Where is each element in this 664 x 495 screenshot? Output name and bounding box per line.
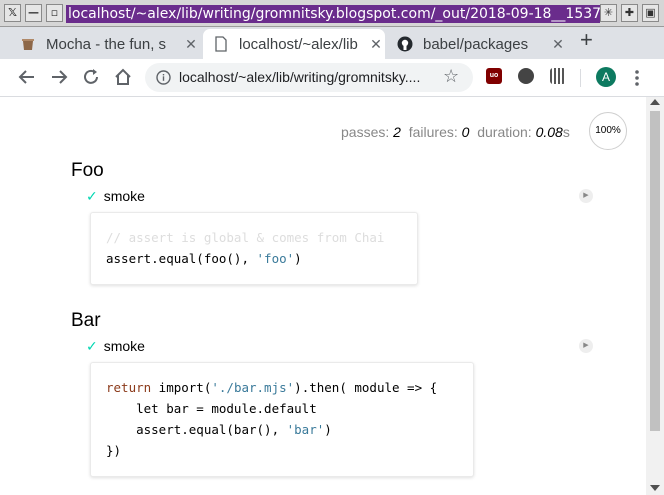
code-comment: // assert is global & comes from Chai: [106, 230, 385, 245]
replay-icon[interactable]: ▶: [579, 189, 593, 203]
code-text: import(: [151, 380, 212, 395]
test-title[interactable]: smoke: [104, 188, 145, 204]
scroll-thumb[interactable]: [650, 111, 660, 431]
reload-icon[interactable]: [80, 66, 102, 88]
replay-icon[interactable]: ▶: [579, 339, 593, 353]
restore-icon[interactable]: ▫: [46, 4, 63, 22]
profile-avatar[interactable]: A: [596, 67, 616, 87]
tab-label: babel/packages: [423, 35, 529, 53]
tab-label: Mocha - the fun, s: [46, 35, 167, 53]
forward-icon[interactable]: [48, 66, 70, 88]
test-item[interactable]: ✓ smoke: [86, 188, 145, 205]
code-string: 'foo': [256, 251, 295, 266]
back-icon[interactable]: [16, 66, 38, 88]
toolbar-divider: [580, 69, 581, 87]
pass-check-icon: ✓: [86, 338, 98, 354]
url-text[interactable]: localhost/~alex/lib/writing/gromnitsky..…: [179, 69, 429, 85]
minimize-icon[interactable]: —: [25, 4, 42, 22]
passes-label[interactable]: passes:: [341, 124, 389, 140]
info-icon[interactable]: [156, 70, 171, 85]
new-tab-button[interactable]: +: [580, 28, 593, 52]
bookmark-star-icon[interactable]: ☆: [443, 66, 459, 87]
passes-count[interactable]: 2: [393, 124, 401, 140]
vertical-scrollbar[interactable]: [646, 97, 664, 495]
code-text: assert.equal(foo(),: [106, 251, 257, 266]
tab-label: localhost/~alex/lib: [239, 35, 358, 53]
mocha-report: passes: 2 failures: 0 duration: 0.08s 10…: [0, 97, 646, 495]
address-bar[interactable]: localhost/~alex/lib/writing/gromnitsky..…: [145, 63, 473, 92]
scroll-down-arrow-icon[interactable]: [650, 485, 660, 491]
ublock-icon[interactable]: uo: [486, 68, 502, 84]
window-menu-icon[interactable]: 𝕏: [4, 4, 21, 22]
extension-icon[interactable]: [518, 68, 534, 84]
close-tab-icon[interactable]: ✕: [549, 36, 567, 53]
tab-strip: Mocha - the fun, s ✕ localhost/~alex/lib…: [0, 27, 664, 59]
window-title: localhost/~alex/lib/writing/gromnitsky.b…: [66, 5, 600, 23]
code-block: // assert is global & comes from Chai as…: [90, 212, 418, 285]
code-string: './bar.mjs': [211, 380, 295, 395]
duration-unit: s: [562, 124, 570, 140]
test-title[interactable]: smoke: [104, 338, 145, 354]
github-icon: [397, 36, 413, 52]
code-block: return import('./bar.mjs').then( module …: [90, 362, 474, 477]
progress-ring: 100%: [589, 112, 627, 150]
failures-label[interactable]: failures:: [409, 124, 458, 140]
code-text: ).then( module => {: [294, 380, 438, 395]
mocha-favicon-icon: [20, 36, 36, 52]
scroll-up-arrow-icon[interactable]: [650, 99, 660, 105]
window-titlebar: 𝕏 — ▫ localhost/~alex/lib/writing/gromni…: [0, 0, 664, 27]
suite-title[interactable]: Bar: [71, 310, 101, 332]
sticky-icon[interactable]: ✳: [600, 4, 617, 22]
test-item[interactable]: ✓ smoke: [86, 338, 145, 355]
code-text: }): [106, 443, 122, 458]
menu-kebab-icon[interactable]: [629, 69, 645, 87]
duration-value: 0.08: [535, 124, 563, 140]
code-text: ): [324, 422, 332, 437]
home-icon[interactable]: [112, 66, 134, 88]
pass-check-icon: ✓: [86, 188, 98, 204]
close-tab-icon[interactable]: ✕: [367, 36, 385, 53]
browser-toolbar: localhost/~alex/lib/writing/gromnitsky..…: [0, 59, 664, 97]
tab-mocha[interactable]: Mocha - the fun, s ✕: [10, 29, 200, 59]
failures-count[interactable]: 0: [462, 124, 470, 140]
suite-title[interactable]: Foo: [71, 160, 104, 182]
tab-localhost[interactable]: localhost/~alex/lib ✕: [203, 29, 385, 59]
tab-babel[interactable]: babel/packages ✕: [387, 29, 567, 59]
duration-label: duration:: [477, 124, 532, 140]
code-keyword: return: [106, 380, 152, 395]
code-text: assert.equal(bar(),: [106, 422, 287, 437]
close-tab-icon[interactable]: ✕: [182, 36, 200, 53]
mocha-stats: passes: 2 failures: 0 duration: 0.08s: [341, 124, 570, 140]
maximize-icon[interactable]: ✚: [621, 4, 638, 22]
page-favicon-icon: [213, 36, 229, 52]
qr-code-icon[interactable]: [550, 68, 566, 84]
code-text: let bar = module.default: [106, 401, 317, 416]
code-text: ): [294, 251, 302, 266]
code-string: 'bar': [286, 422, 325, 437]
close-window-icon[interactable]: ▣: [642, 4, 659, 22]
